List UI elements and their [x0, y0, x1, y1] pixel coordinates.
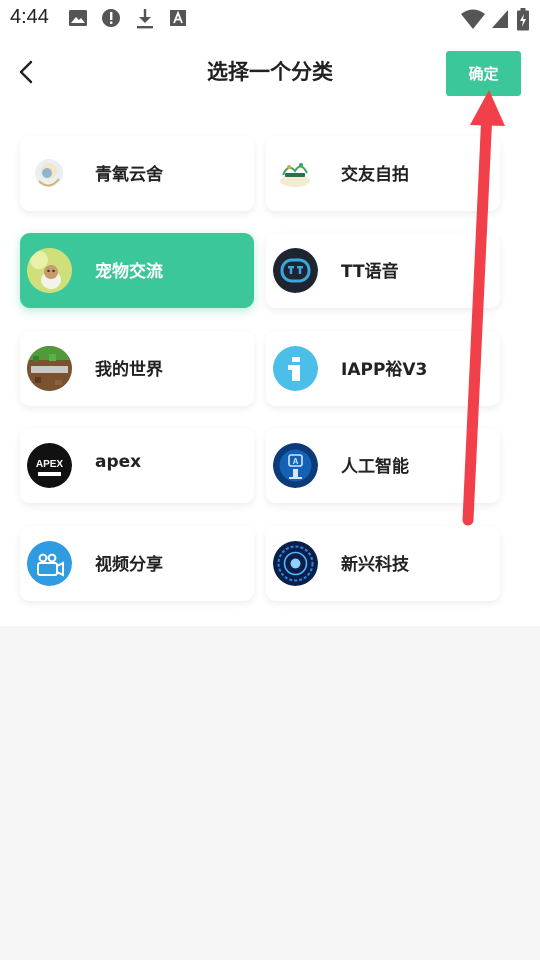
- alert-icon: [102, 9, 120, 27]
- avatar-icon: [273, 151, 318, 196]
- category-label: 交友自拍: [341, 165, 409, 185]
- info-logo-icon: [273, 346, 318, 391]
- category-label: 青氧云舍: [95, 165, 163, 185]
- a-box-icon: [170, 10, 186, 26]
- category-card-selected[interactable]: 宠物交流: [20, 233, 254, 308]
- status-time: 4:44: [10, 6, 49, 28]
- category-card[interactable]: APEX apex: [20, 428, 254, 503]
- minecraft-logo-icon: [27, 346, 72, 391]
- category-label: 我的世界: [95, 360, 163, 380]
- category-label: 视频分享: [95, 555, 163, 575]
- category-card[interactable]: 交友自拍: [266, 136, 500, 211]
- svg-text:APEX: APEX: [36, 459, 64, 470]
- tech-circle-icon: [273, 541, 318, 586]
- image-icon: [69, 10, 87, 26]
- category-card[interactable]: 新兴科技: [266, 526, 500, 601]
- category-card[interactable]: 青氧云舍: [20, 136, 254, 211]
- category-card[interactable]: 我的世界: [20, 331, 254, 406]
- category-label: IAPP裕V3: [341, 360, 428, 380]
- tt-logo-icon: [273, 248, 318, 293]
- category-card[interactable]: TT语音: [266, 233, 500, 308]
- main-panel: 4:44 选择一个分类 确定 青氧云舍 交友自拍 宠物交流 TT语音 我的世界 …: [0, 0, 540, 626]
- category-card[interactable]: IAPP裕V3: [266, 331, 500, 406]
- apex-logo-icon: APEX: [27, 443, 72, 488]
- confirm-button[interactable]: 确定: [446, 51, 521, 96]
- svg-text:A: A: [293, 457, 299, 466]
- category-label: 新兴科技: [341, 555, 409, 575]
- category-label: 人工智能: [341, 457, 409, 477]
- category-card[interactable]: 视频分享: [20, 526, 254, 601]
- wifi-icon: [461, 9, 485, 29]
- download-icon: [137, 9, 153, 29]
- category-label: TT语音: [341, 262, 399, 282]
- avatar-icon: [27, 151, 72, 196]
- signal-icon: [492, 10, 508, 28]
- video-camera-icon: [27, 541, 72, 586]
- category-label: 宠物交流: [95, 262, 163, 282]
- status-bar: 4:44: [0, 0, 540, 36]
- avatar-icon: [27, 248, 72, 293]
- battery-icon: [517, 8, 529, 31]
- category-card[interactable]: A 人工智能: [266, 428, 500, 503]
- ai-logo-icon: A: [273, 443, 318, 488]
- category-label: apex: [95, 452, 142, 472]
- header-bar: 选择一个分类 确定: [0, 40, 540, 106]
